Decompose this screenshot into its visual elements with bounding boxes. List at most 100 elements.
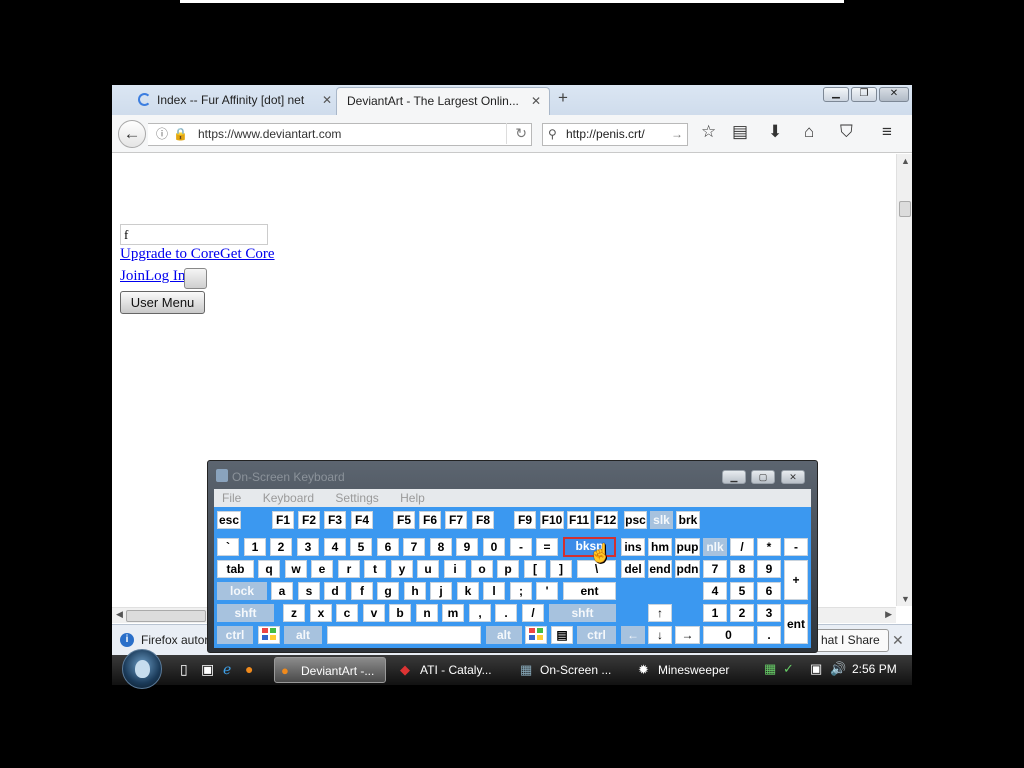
key-kp-multiply[interactable]: * [757, 538, 781, 556]
tab-close-icon[interactable]: ✕ [322, 87, 332, 113]
minimize-button[interactable]: ▁ [823, 87, 849, 102]
reload-icon[interactable]: ↻ [506, 123, 527, 144]
key-psc[interactable]: psc [624, 511, 647, 529]
key-pageup[interactable]: pup [675, 538, 700, 556]
key-kp-6[interactable]: 6 [757, 582, 781, 600]
key-8[interactable]: 8 [430, 538, 452, 556]
key-s[interactable]: s [298, 582, 320, 600]
key-f3[interactable]: F3 [324, 511, 346, 529]
key-y[interactable]: y [391, 560, 413, 578]
key-left-arrow[interactable]: ← [621, 626, 645, 644]
key-o[interactable]: o [471, 560, 493, 578]
key-f9[interactable]: F9 [514, 511, 536, 529]
key-left-shift[interactable]: shft [217, 604, 274, 622]
key-h[interactable]: h [404, 582, 426, 600]
key-j[interactable]: j [430, 582, 452, 600]
tab-deviantart[interactable]: DeviantArt - The Largest Onlin... ✕ [336, 87, 550, 115]
key-kp-3[interactable]: 3 [757, 604, 781, 622]
key-m[interactable]: m [442, 604, 464, 622]
key-7[interactable]: 7 [403, 538, 425, 556]
key-g[interactable]: g [377, 582, 399, 600]
key-9[interactable]: 9 [456, 538, 478, 556]
key-r[interactable]: r [338, 560, 360, 578]
key-6[interactable]: 6 [377, 538, 399, 556]
key-p[interactable]: p [497, 560, 519, 578]
osk-maximize-button[interactable]: ▢ [751, 470, 775, 484]
context-menu-icon[interactable]: ▤ [551, 626, 573, 644]
key-1[interactable]: 1 [244, 538, 266, 556]
key-down-arrow[interactable]: ↓ [648, 626, 672, 644]
key-esc[interactable]: esc [217, 511, 241, 529]
taskbar-item-minesweeper[interactable]: ✹ Minesweeper [632, 657, 748, 683]
start-button[interactable] [122, 649, 162, 689]
key-period[interactable]: . [495, 604, 517, 622]
key-f12[interactable]: F12 [594, 511, 618, 529]
key-kp-0[interactable]: 0 [703, 626, 754, 644]
key-f2[interactable]: F2 [298, 511, 320, 529]
menu-help[interactable]: Help [400, 491, 425, 505]
key-right-alt[interactable]: alt [486, 626, 522, 644]
key-kp-divide[interactable]: / [730, 538, 754, 556]
key-f5[interactable]: F5 [393, 511, 415, 529]
notification-close-icon[interactable]: ✕ [892, 625, 904, 655]
key-ins[interactable]: ins [621, 538, 645, 556]
user-menu-button[interactable]: User Menu [120, 291, 205, 314]
windows-logo-icon[interactable] [258, 626, 280, 644]
scroll-down-icon[interactable]: ▼ [901, 594, 910, 604]
key-equals[interactable]: = [536, 538, 558, 556]
lock-icon[interactable]: 🔒 [173, 124, 188, 145]
key-kp-9[interactable]: 9 [757, 560, 781, 578]
search-go-icon[interactable]: → [671, 124, 683, 145]
key-left-ctrl[interactable]: ctrl [217, 626, 253, 644]
scroll-thumb[interactable] [899, 201, 911, 217]
search-bar[interactable]: ⚲ http://penis.crt/ → [542, 123, 688, 146]
key-i[interactable]: i [444, 560, 466, 578]
key-q[interactable]: q [258, 560, 280, 578]
key-3[interactable]: 3 [297, 538, 319, 556]
key-del[interactable]: del [621, 560, 645, 578]
small-button[interactable] [184, 268, 207, 289]
hscroll-thumb[interactable] [126, 610, 206, 622]
key-f[interactable]: f [351, 582, 373, 600]
key-u[interactable]: u [417, 560, 439, 578]
back-button[interactable]: ← [118, 120, 146, 148]
key-slk[interactable]: slk [650, 511, 673, 529]
new-tab-button[interactable]: + [558, 88, 568, 108]
key-right-shift[interactable]: shft [549, 604, 616, 622]
key-space[interactable] [327, 626, 481, 644]
show-desktop-icon[interactable]: ▣ [201, 661, 214, 678]
osk-minimize-button[interactable]: ▁ [722, 470, 746, 484]
osk-close-button[interactable]: ✕ [781, 470, 805, 484]
tab-close-icon[interactable]: ✕ [531, 88, 541, 114]
menu-settings[interactable]: Settings [335, 491, 378, 505]
key-n[interactable]: n [416, 604, 438, 622]
key-brk[interactable]: brk [676, 511, 700, 529]
quicklaunch-phone-icon[interactable]: ▯ [180, 661, 188, 678]
close-window-button[interactable]: ✕ [879, 87, 909, 102]
key-z[interactable]: z [283, 604, 305, 622]
key-f10[interactable]: F10 [540, 511, 564, 529]
notification-button[interactable]: hat I Share [812, 629, 889, 652]
pocket-icon[interactable]: ⛉ [840, 122, 853, 142]
key-right-bracket[interactable]: ] [550, 560, 572, 578]
info-icon[interactable]: ⓘ [156, 124, 168, 145]
key-kp-7[interactable]: 7 [703, 560, 727, 578]
key-kp-1[interactable]: 1 [703, 604, 727, 622]
tray-network-icon[interactable]: ▦ [764, 661, 776, 677]
menu-file[interactable]: File [222, 491, 241, 505]
download-icon[interactable]: ⬇ [768, 122, 782, 142]
key-f7[interactable]: F7 [445, 511, 467, 529]
key-t[interactable]: t [364, 560, 386, 578]
url-bar[interactable]: ⓘ 🔒 https://www.deviantart.com ↻ [148, 123, 532, 146]
key-4[interactable]: 4 [324, 538, 346, 556]
key-kp-decimal[interactable]: . [757, 626, 781, 644]
key-b[interactable]: b [389, 604, 411, 622]
scroll-up-icon[interactable]: ▲ [901, 156, 910, 166]
key-comma[interactable]: , [469, 604, 491, 622]
scroll-left-icon[interactable]: ◀ [116, 609, 123, 620]
key-f8[interactable]: F8 [472, 511, 494, 529]
key-numlock[interactable]: nlk [703, 538, 727, 556]
key-w[interactable]: w [285, 560, 307, 578]
taskbar-item-deviantart[interactable]: ● DeviantArt -... [274, 657, 386, 683]
key-end[interactable]: end [648, 560, 672, 578]
